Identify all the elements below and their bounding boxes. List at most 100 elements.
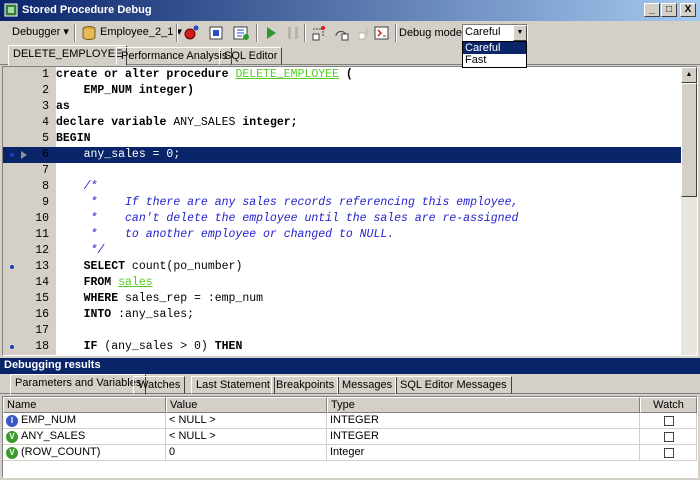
line-number: 10 bbox=[35, 212, 49, 225]
code-line[interactable]: 7 bbox=[3, 163, 683, 179]
code-line[interactable]: 18 IF (any_sales > 0) THEN bbox=[3, 339, 683, 355]
minimize-button[interactable]: _ bbox=[644, 3, 660, 17]
cell-watch bbox=[640, 445, 697, 461]
watch-checkbox[interactable] bbox=[664, 432, 674, 442]
line-number: 18 bbox=[35, 340, 49, 353]
code-text: FROM sales bbox=[56, 276, 153, 289]
code-text: BEGIN bbox=[56, 132, 91, 145]
clear-breakpoints-icon[interactable] bbox=[207, 24, 225, 42]
table-row[interactable]: V (ROW_COUNT) 0 Integer bbox=[3, 445, 697, 461]
breakpoint-icon[interactable] bbox=[10, 153, 14, 157]
tab-watches[interactable]: Watches bbox=[133, 376, 186, 394]
tab-sql-editor[interactable]: SQL Editor bbox=[219, 47, 283, 65]
code-token: sales bbox=[118, 276, 153, 289]
code-line[interactable]: 16 INTO :any_sales; bbox=[3, 307, 683, 323]
debug-mode-select[interactable]: Careful ▼ bbox=[462, 24, 528, 42]
code-line[interactable]: 13 SELECT count(po_number) bbox=[3, 259, 683, 275]
tab-parameters-and-variables[interactable]: Parameters and Variables bbox=[10, 374, 147, 395]
input-param-icon: I bbox=[6, 415, 18, 427]
code-editor[interactable]: 1 create or alter procedure DELETE_EMPLOY… bbox=[2, 66, 698, 356]
code-token: */ bbox=[56, 244, 105, 257]
code-line[interactable]: 6 any_sales = 0; bbox=[3, 147, 683, 163]
chevron-down-icon[interactable]: ▼ bbox=[513, 25, 527, 41]
debug-mode-label: Debug mode: bbox=[399, 27, 466, 39]
code-token: * can't delete the employee until the sa… bbox=[56, 212, 519, 225]
debug-mode-value: Careful bbox=[465, 26, 501, 38]
code-token: ( bbox=[338, 68, 353, 81]
code-token: * If there are any sales records referen… bbox=[56, 196, 519, 209]
code-line[interactable]: 12 */ bbox=[3, 243, 683, 259]
code-line[interactable]: 1 create or alter procedure DELETE_EMPLOY… bbox=[3, 67, 683, 83]
debugger-menu-button[interactable]: Debugger ▾ bbox=[8, 23, 73, 43]
code-line[interactable]: 15 WHERE sales_rep = :emp_num bbox=[3, 291, 683, 307]
tab-last-statement[interactable]: Last Statement bbox=[191, 376, 275, 394]
watch-checkbox[interactable] bbox=[664, 416, 674, 426]
tab-delete-employee[interactable]: DELETE_EMPLOYEE bbox=[8, 45, 128, 66]
step-over-icon[interactable] bbox=[333, 24, 351, 42]
variables-grid: Name Value Type Watch I EMP_NUM < NULL > IN… bbox=[2, 396, 698, 478]
window-title: Stored Procedure Debug bbox=[22, 4, 152, 16]
variable-icon: V bbox=[6, 447, 18, 459]
code-line[interactable]: 10 * can't delete the employee until the… bbox=[3, 211, 683, 227]
toolbar-separator bbox=[395, 24, 397, 42]
breakpoint-icon[interactable] bbox=[10, 345, 14, 349]
vertical-scrollbar[interactable]: ▲ bbox=[681, 67, 697, 355]
editor-tab-bar: DELETE_EMPLOYEE Performance Analysis SQL… bbox=[0, 45, 700, 66]
code-token: * to another employee or changed to NULL… bbox=[56, 228, 395, 241]
step-out-icon[interactable] bbox=[355, 24, 373, 42]
close-button[interactable]: X bbox=[680, 3, 696, 17]
code-line[interactable]: 9 * If there are any sales records refer… bbox=[3, 195, 683, 211]
tab-sql-editor-messages[interactable]: SQL Editor Messages bbox=[395, 376, 512, 394]
toolbar-separator bbox=[74, 24, 76, 42]
code-line[interactable]: 17 bbox=[3, 323, 683, 339]
cell-value[interactable]: < NULL > bbox=[166, 429, 327, 445]
table-row[interactable]: V ANY_SALES < NULL > INTEGER bbox=[3, 429, 697, 445]
cell-value[interactable]: < NULL > bbox=[166, 413, 327, 429]
toolbar-separator bbox=[176, 24, 178, 42]
code-line[interactable]: 14 FROM sales bbox=[3, 275, 683, 291]
tab-messages[interactable]: Messages bbox=[337, 376, 398, 394]
column-header-type[interactable]: Type bbox=[327, 397, 640, 413]
code-token: FROM bbox=[56, 276, 119, 289]
column-header-name[interactable]: Name bbox=[3, 397, 166, 413]
code-token: :any_sales; bbox=[118, 308, 195, 321]
cell-type: INTEGER bbox=[327, 429, 640, 445]
line-number: 4 bbox=[42, 116, 49, 129]
code-line[interactable]: 19 BEGIN bbox=[3, 355, 683, 356]
scrollbar-thumb[interactable] bbox=[681, 83, 697, 197]
code-line[interactable]: 3 as bbox=[3, 99, 683, 115]
maximize-button[interactable]: □ bbox=[661, 3, 677, 17]
column-header-value[interactable]: Value bbox=[166, 397, 327, 413]
cell-type: INTEGER bbox=[327, 413, 640, 429]
connection-select-button[interactable]: Employee_2_1 ▾ bbox=[80, 23, 186, 43]
dropdown-option-fast[interactable]: Fast bbox=[463, 54, 526, 66]
toolbar-separator bbox=[304, 24, 306, 42]
tab-breakpoints[interactable]: Breakpoints bbox=[271, 376, 340, 394]
code-line[interactable]: 2 EMP_NUM integer) bbox=[3, 83, 683, 99]
cell-value[interactable]: 0 bbox=[166, 445, 327, 461]
variable-name: ANY_SALES bbox=[21, 430, 86, 442]
code-text: * to another employee or changed to NULL… bbox=[56, 228, 395, 241]
line-number: 1 bbox=[42, 68, 49, 81]
watch-checkbox[interactable] bbox=[664, 448, 674, 458]
code-text: */ bbox=[56, 244, 105, 257]
table-row[interactable]: I EMP_NUM < NULL > INTEGER bbox=[3, 413, 697, 429]
line-number: 14 bbox=[35, 276, 49, 289]
evaluate-icon[interactable] bbox=[373, 24, 391, 42]
code-line[interactable]: 11 * to another employee or changed to N… bbox=[3, 227, 683, 243]
compile-icon[interactable] bbox=[232, 24, 250, 42]
scroll-up-button[interactable]: ▲ bbox=[681, 67, 697, 83]
column-header-watch[interactable]: Watch bbox=[640, 397, 697, 413]
dropdown-option-careful[interactable]: Careful bbox=[463, 42, 526, 54]
code-line[interactable]: 8 /* bbox=[3, 179, 683, 195]
code-line[interactable]: 4 declare variable ANY_SALES integer; bbox=[3, 115, 683, 131]
grid-header: Name Value Type Watch bbox=[3, 397, 697, 413]
pause-icon[interactable] bbox=[284, 24, 302, 42]
run-icon[interactable] bbox=[262, 24, 280, 42]
toggle-breakpoint-icon[interactable] bbox=[182, 24, 200, 42]
step-into-icon[interactable] bbox=[310, 24, 328, 42]
code-line[interactable]: 5 BEGIN bbox=[3, 131, 683, 147]
breakpoint-icon[interactable] bbox=[10, 265, 14, 269]
tab-performance-analysis[interactable]: Performance Analysis bbox=[116, 47, 233, 65]
code-text: IF (any_sales > 0) THEN bbox=[56, 340, 243, 353]
